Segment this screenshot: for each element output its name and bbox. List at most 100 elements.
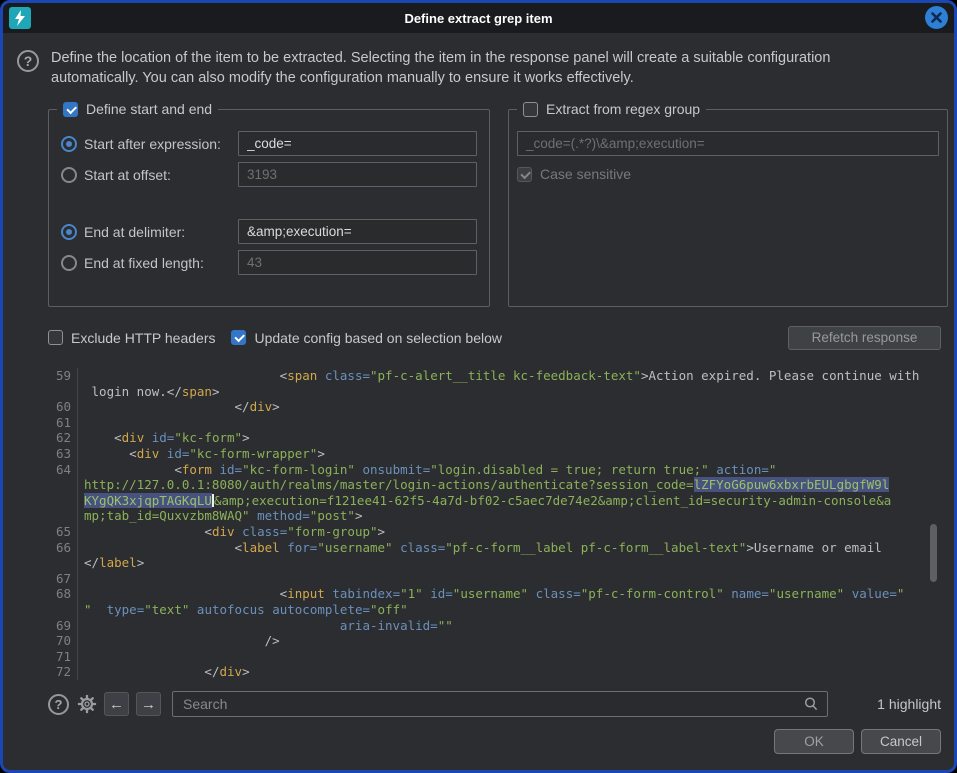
exclude-http-headers-label: Exclude HTTP headers xyxy=(71,330,215,346)
line-number xyxy=(48,384,77,400)
line-number: 68 xyxy=(48,586,77,602)
end-at-fixed-length-row: End at fixed length: xyxy=(61,250,477,275)
groups-row: Define start and end Start after express… xyxy=(48,101,948,307)
code-row[interactable]: 62 <div id="kc-form"> xyxy=(48,430,941,446)
case-sensitive-checkbox[interactable] xyxy=(517,167,532,182)
end-at-fixed-length-label: End at fixed length: xyxy=(77,255,238,271)
line-number xyxy=(48,477,77,493)
search-next-button[interactable]: → xyxy=(136,692,161,716)
end-at-delimiter-row: End at delimiter: xyxy=(61,219,477,244)
line-number: 66 xyxy=(48,540,77,556)
start-at-offset-radio[interactable] xyxy=(61,167,77,183)
start-after-expression-radio[interactable] xyxy=(61,136,77,152)
line-number: 70 xyxy=(48,633,77,649)
case-sensitive-label: Case sensitive xyxy=(540,166,631,182)
code-row[interactable]: 63 <div id="kc-form-wrapper"> xyxy=(48,446,941,462)
end-at-delimiter-radio[interactable] xyxy=(61,224,77,240)
code-row[interactable]: 66 <label for="username" class="pf-c-for… xyxy=(48,540,941,556)
code-row[interactable]: mp;tab_id=Quxvzbm8WAQ" method="post"> xyxy=(48,508,941,524)
update-config-label: Update config based on selection below xyxy=(254,330,502,346)
cancel-button[interactable]: Cancel xyxy=(861,729,941,754)
window-title: Define extract grep item xyxy=(404,11,552,26)
line-number: 59 xyxy=(48,368,77,384)
start-after-expression-label: Start after expression: xyxy=(77,136,238,152)
update-config-checkbox[interactable] xyxy=(231,330,246,345)
exclude-http-headers-option: Exclude HTTP headers xyxy=(48,330,215,346)
start-at-offset-row: Start at offset: xyxy=(61,162,477,187)
code-row[interactable]: " type="text" autofocus autocomplete="of… xyxy=(48,602,941,618)
description-line-1: Define the location of the item to be ex… xyxy=(51,49,830,69)
close-icon xyxy=(931,12,942,23)
code-row[interactable]: 68 <input tabindex="1" id="username" cla… xyxy=(48,586,941,602)
line-number xyxy=(48,493,77,509)
start-at-offset-field[interactable] xyxy=(238,162,477,187)
code-row[interactable]: 65 <div class="form-group"> xyxy=(48,524,941,540)
app-icon xyxy=(9,7,31,29)
search-prev-button[interactable]: ← xyxy=(104,692,129,716)
search-help-icon[interactable]: ? xyxy=(48,694,69,715)
line-number: 65 xyxy=(48,524,77,540)
dialog-window: Define extract grep item ? Define the lo… xyxy=(0,0,957,773)
line-number xyxy=(48,602,77,618)
footer: OK Cancel xyxy=(3,729,941,754)
update-config-option: Update config based on selection below xyxy=(231,330,502,346)
line-number xyxy=(48,508,77,524)
code-row[interactable]: login now.</span> xyxy=(48,384,941,400)
line-number: 64 xyxy=(48,462,77,478)
code-row[interactable]: 67 xyxy=(48,571,941,587)
code-row[interactable]: 70 /> xyxy=(48,633,941,649)
extract-regex-checkbox[interactable] xyxy=(523,102,538,117)
line-number: 61 xyxy=(48,415,77,431)
code-row[interactable]: </label> xyxy=(48,555,941,571)
search-box xyxy=(172,691,828,717)
code-row[interactable]: 69 aria-invalid="" xyxy=(48,618,941,634)
line-number xyxy=(48,555,77,571)
options-row: Exclude HTTP headers Update config based… xyxy=(48,325,941,350)
define-start-end-label: Define start and end xyxy=(86,101,212,117)
line-number: 62 xyxy=(48,430,77,446)
code-row[interactable]: 59 <span class="pf-c-alert__title kc-fee… xyxy=(48,368,941,384)
code-row[interactable]: 60 </div> xyxy=(48,399,941,415)
ok-button[interactable]: OK xyxy=(774,729,854,754)
search-row: ? ← → xyxy=(48,690,941,718)
code-row[interactable]: 64 <form id="kc-form-login" onsubmit="lo… xyxy=(48,462,941,478)
code-row[interactable]: 71 xyxy=(48,649,941,665)
highlight-count: 1 highlight xyxy=(835,696,941,712)
exclude-http-headers-checkbox[interactable] xyxy=(48,330,63,345)
code-row[interactable]: 72 </div> xyxy=(48,664,941,680)
lightning-bolt-icon xyxy=(13,10,27,26)
code-row[interactable]: 61 xyxy=(48,415,941,431)
code-row[interactable]: http://127.0.0.1:8080/auth/realms/master… xyxy=(48,477,941,493)
end-at-delimiter-label: End at delimiter: xyxy=(77,224,238,240)
end-at-fixed-length-radio[interactable] xyxy=(61,255,77,271)
line-number: 67 xyxy=(48,571,77,587)
code-viewer[interactable]: 59 <span class="pf-c-alert__title kc-fee… xyxy=(48,364,941,682)
line-number: 69 xyxy=(48,618,77,634)
search-input[interactable] xyxy=(181,695,803,713)
define-start-end-checkbox[interactable] xyxy=(63,102,78,117)
titlebar: Define extract grep item xyxy=(3,3,954,33)
line-number: 63 xyxy=(48,446,77,462)
line-number: 71 xyxy=(48,649,77,665)
editor-scrollbar[interactable] xyxy=(930,524,937,582)
settings-gear-icon[interactable] xyxy=(76,694,97,715)
line-number: 60 xyxy=(48,399,77,415)
description-text: Define the location of the item to be ex… xyxy=(51,49,830,88)
help-icon: ? xyxy=(17,50,39,72)
end-at-fixed-length-field[interactable] xyxy=(238,250,477,275)
refetch-response-button[interactable]: Refetch response xyxy=(788,326,941,350)
extract-regex-group: Extract from regex group Case sensitive xyxy=(508,101,948,307)
start-at-offset-label: Start at offset: xyxy=(77,167,238,183)
code-lines: 59 <span class="pf-c-alert__title kc-fee… xyxy=(48,368,941,680)
close-button[interactable] xyxy=(925,6,948,29)
search-icon xyxy=(803,696,819,712)
description-line-2: automatically. You can also modify the c… xyxy=(51,69,830,89)
code-row[interactable]: KYgQK3xjqpTAGKqLU&amp;execution=f121ee41… xyxy=(48,493,941,509)
regex-pattern-field[interactable] xyxy=(517,131,939,156)
end-at-delimiter-field[interactable] xyxy=(238,219,477,244)
line-number: 72 xyxy=(48,664,77,680)
description-row: ? Define the location of the item to be … xyxy=(17,49,934,88)
case-sensitive-row: Case sensitive xyxy=(509,156,947,182)
extract-regex-label: Extract from regex group xyxy=(546,101,700,117)
start-after-expression-field[interactable] xyxy=(238,131,477,156)
